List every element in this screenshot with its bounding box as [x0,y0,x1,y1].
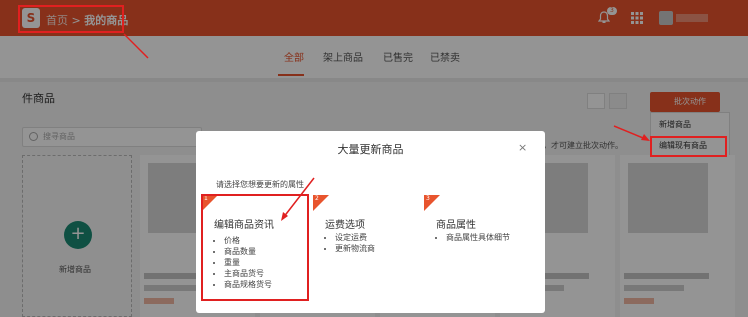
option-number: 2 [315,195,319,202]
modal-title: 大量更新商品 [337,143,404,156]
option-title: 商品属性 [436,220,476,231]
list-item: 商品属性具体细节 [446,232,510,243]
annotation-box-edit-existing [650,136,727,157]
annotation-box-breadcrumb [18,5,124,33]
option-number: 3 [426,195,430,202]
list-item: 设定运费 [335,232,375,243]
modal-prompt: 请选择您想要更新的属性 [216,180,304,189]
annotation-box-option-1 [201,194,309,301]
option-product-attributes[interactable]: 3 商品属性 商品属性具体细节 [424,195,539,295]
option-attribute-list: 商品属性具体细节 [446,232,510,243]
option-attribute-list: 设定运费 更新物流商 [335,232,375,254]
list-item: 更新物流商 [335,243,375,254]
option-shipping[interactable]: 2 运费选项 设定运费 更新物流商 [313,195,405,295]
close-icon[interactable]: × [518,141,527,154]
option-title: 运费选项 [325,220,365,231]
